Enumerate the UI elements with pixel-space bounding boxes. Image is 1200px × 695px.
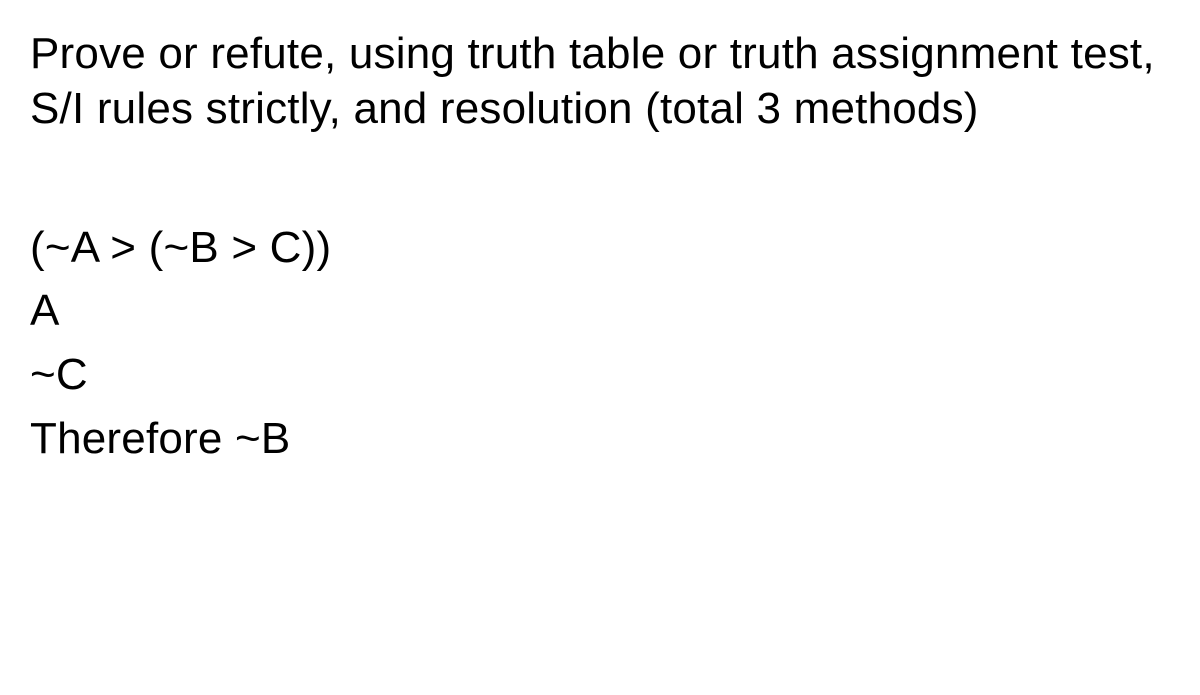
instruction-text: Prove or refute, using truth table or tr… <box>30 26 1170 137</box>
logic-argument: (~A > (~B > C)) A ~C Therefore ~B <box>30 217 1170 469</box>
conclusion: Therefore ~B <box>30 408 1170 470</box>
document-content: Prove or refute, using truth table or tr… <box>30 26 1170 469</box>
premise-1: (~A > (~B > C)) <box>30 217 1170 279</box>
premise-3: ~C <box>30 344 1170 406</box>
premise-2: A <box>30 280 1170 342</box>
